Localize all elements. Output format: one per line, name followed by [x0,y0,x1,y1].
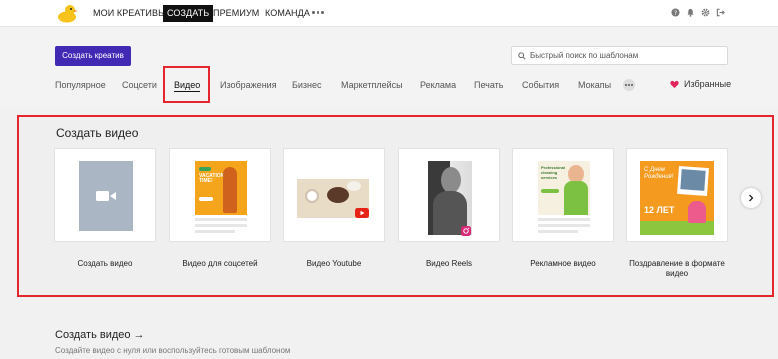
blank-video-thumb [79,161,133,231]
category-social[interactable]: Соцсети [122,80,157,91]
card-label-ad-video[interactable]: Рекламное видео [506,259,620,269]
create-video-section: Создать видео VACATION TIME! Professiona… [17,115,774,297]
category-video-highlight [163,66,210,103]
heart-icon [670,80,679,89]
birthday-age-text: 12 ЛЕТ [644,205,675,215]
cleaning-text: Professional cleaning services [541,165,566,180]
header-area [0,27,778,108]
category-popular[interactable]: Популярное [55,80,106,91]
card-reels-video[interactable] [398,148,500,242]
card-social-video[interactable]: VACATION TIME! [169,148,271,242]
birthday-greeting-text: С Днем Рождения! [644,167,674,180]
category-print[interactable]: Печать [474,80,503,91]
youtube-icon [355,208,369,218]
logout-icon[interactable] [716,8,725,17]
bottom-section-title[interactable]: Создать видео → [55,329,145,341]
create-creative-button[interactable]: Создать креатив [55,46,131,66]
top-navbar: МОИ КРЕАТИВЫ СОЗДАТЬ ПРЕМИУМ КОМАНДА ? [0,0,778,27]
gear-icon[interactable] [701,8,710,17]
nav-my-creatives[interactable]: МОИ КРЕАТИВЫ [93,6,166,21]
card-create-video[interactable] [54,148,156,242]
instagram-icon [461,226,471,236]
category-events[interactable]: События [522,80,559,91]
category-ads[interactable]: Реклама [420,80,456,91]
template-search[interactable] [511,46,728,65]
card-label-greeting-video[interactable]: Поздравление в формате видео [620,259,734,279]
category-marketplaces[interactable]: Маркетплейсы [341,80,403,91]
duck-logo-icon[interactable] [56,2,78,24]
category-business[interactable]: Бизнес [292,80,322,91]
chevron-right-icon [749,194,754,202]
card-ad-video[interactable]: Professional cleaning services [512,148,614,242]
favorites-label: Избранные [684,79,732,89]
category-mockups[interactable]: Мокапы [578,80,611,91]
card-label-create-video[interactable]: Создать видео [48,259,162,269]
birthday-thumb: С Днем Рождения! 12 ЛЕТ [640,161,714,235]
category-images[interactable]: Изображения [220,80,277,91]
more-icon[interactable] [312,7,325,17]
cleaning-thumb: Professional cleaning services [538,161,590,215]
bottom-section-subtitle: Создайте видео с нуля или воспользуйтесь… [55,346,291,355]
card-label-youtube-video[interactable]: Видео Youtube [277,259,391,269]
card-label-social-video[interactable]: Видео для соцсетей [163,259,277,269]
nav-team[interactable]: КОМАНДА [265,6,310,21]
section-title: Создать видео [56,126,139,140]
reels-thumb [428,161,472,235]
nav-create[interactable]: СОЗДАТЬ [163,5,214,22]
favorites-link[interactable]: Избранные [670,79,731,90]
more-categories-icon[interactable] [623,79,635,91]
svg-text:?: ? [674,10,677,17]
search-icon [518,52,526,60]
vacation-thumb: VACATION TIME! [195,161,247,215]
bell-icon[interactable] [686,8,695,17]
nav-premium[interactable]: ПРЕМИУМ [213,6,259,21]
card-greeting-video[interactable]: С Днем Рождения! 12 ЛЕТ [626,148,728,242]
help-icon[interactable]: ? [671,8,680,17]
card-label-reels-video[interactable]: Видео Reels [392,259,506,269]
carousel-next-button[interactable] [741,188,761,208]
vacation-text: VACATION TIME! [199,173,225,184]
search-input[interactable] [530,49,720,62]
card-youtube-video[interactable] [283,148,385,242]
video-camera-icon [96,191,116,201]
